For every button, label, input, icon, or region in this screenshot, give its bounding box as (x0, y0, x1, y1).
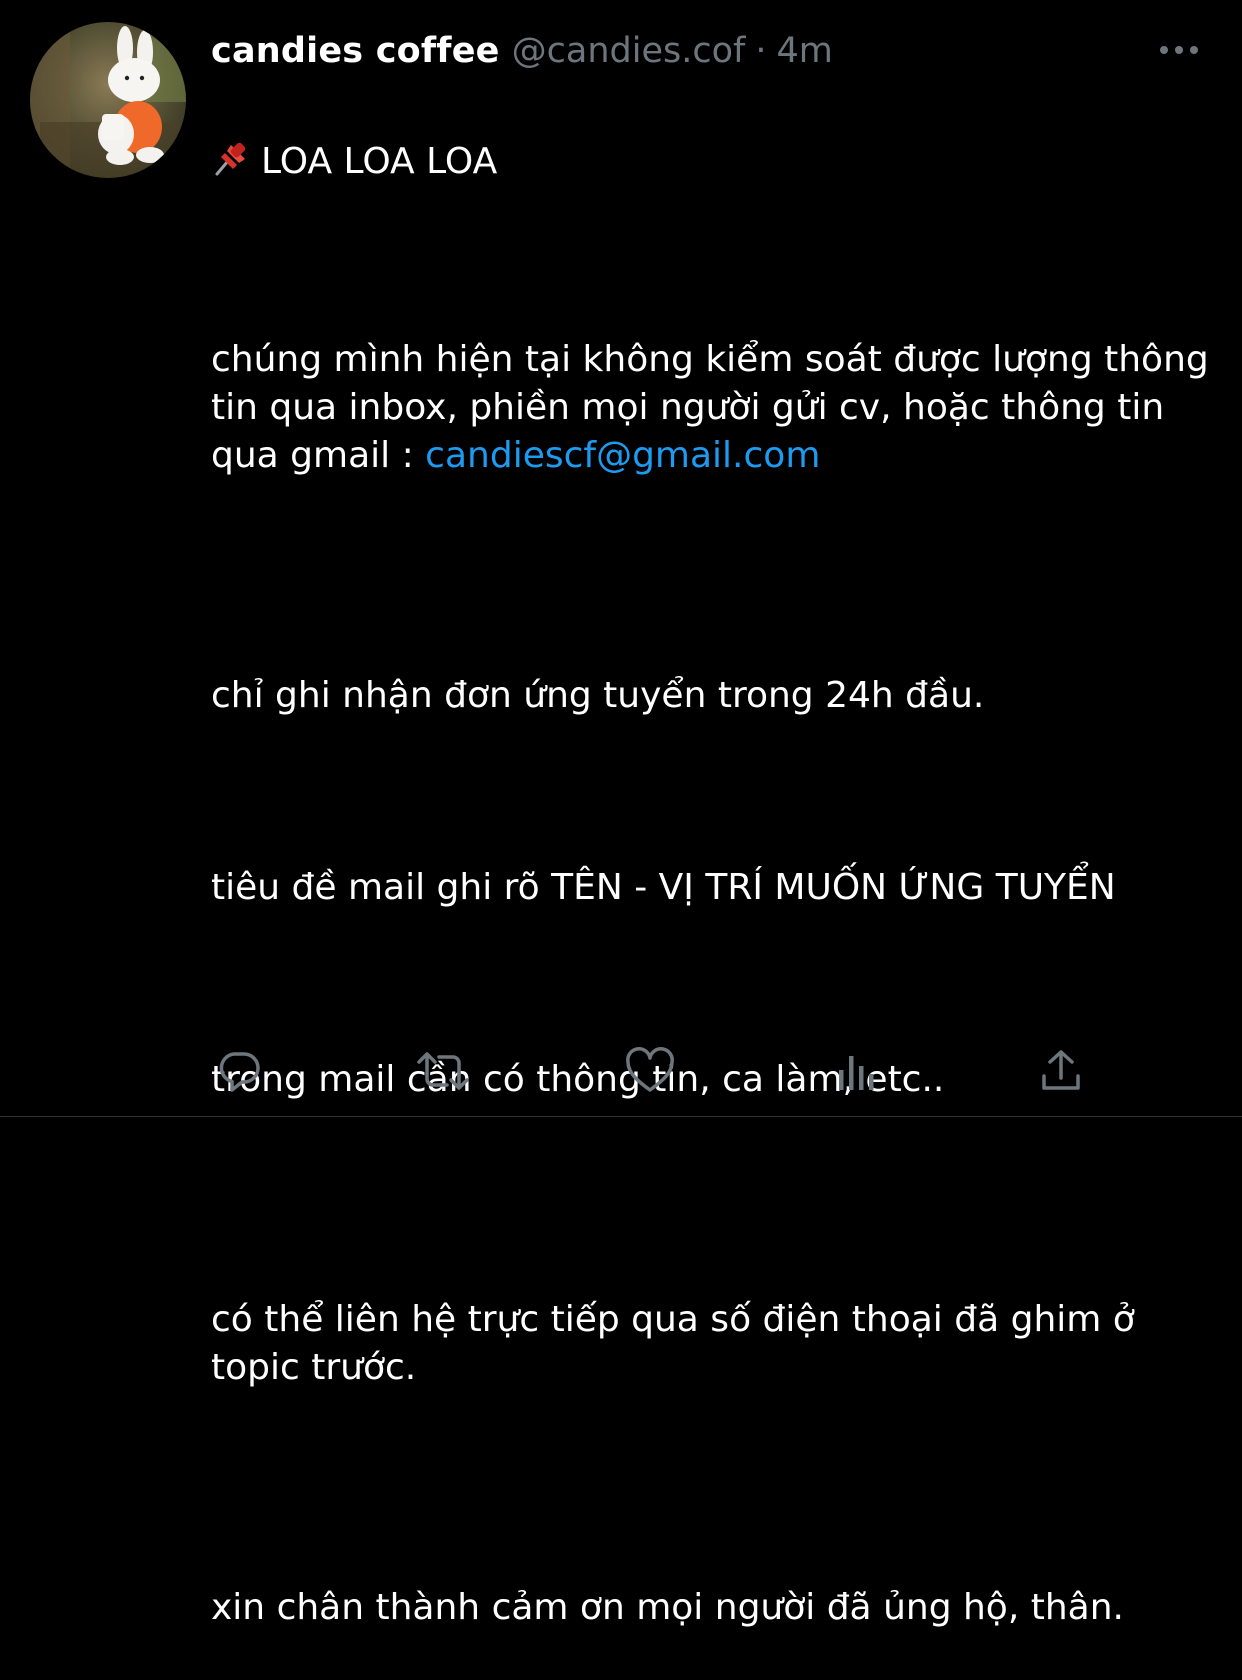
share-icon[interactable] (1033, 1043, 1089, 1099)
like-icon[interactable] (622, 1043, 678, 1099)
tweet-header: candies coffee @candies.cof · 4m (211, 26, 833, 76)
paragraph-1: chúng mình hiện tại không kiểm soát được… (211, 336, 1221, 480)
reply-icon[interactable] (211, 1043, 267, 1099)
action-bar (211, 1043, 1091, 1099)
paragraph-2: chỉ ghi nhận đơn ứng tuyển trong 24h đầu… (211, 675, 985, 716)
headline: LOA LOA LOA (211, 138, 1221, 192)
pushpin-icon (211, 139, 251, 192)
headline-text: LOA LOA LOA (261, 141, 498, 182)
email-link[interactable]: candiescf@gmail.com (425, 435, 820, 476)
retweet-icon[interactable] (415, 1043, 471, 1099)
more-options-icon[interactable] (1154, 30, 1204, 70)
timestamp[interactable]: 4m (776, 31, 832, 71)
analytics-icon[interactable] (828, 1043, 884, 1099)
divider (0, 1116, 1242, 1117)
tweet-text: LOA LOA LOA chúng mình hiện tại không ki… (211, 90, 1221, 1680)
tweet[interactable]: candies coffee @candies.cof · 4m LOA LOA… (0, 0, 1242, 1628)
paragraph-3: tiêu đề mail ghi rõ TÊN - VỊ TRÍ MUỐN ỨN… (211, 867, 1116, 908)
paragraph-6: xin chân thành cảm ơn mọi người đã ủng h… (211, 1587, 1124, 1628)
paragraph-5: có thể liên hệ trực tiếp qua số điện tho… (211, 1299, 1135, 1388)
avatar[interactable] (30, 22, 186, 178)
user-handle[interactable]: @candies.cof (512, 31, 746, 71)
separator-dot: · (755, 31, 767, 71)
display-name[interactable]: candies coffee (211, 31, 500, 71)
